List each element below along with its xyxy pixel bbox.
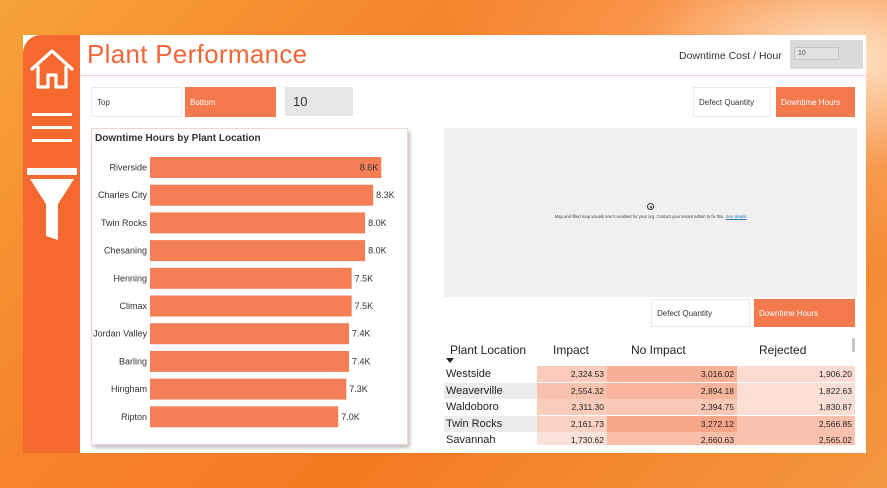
data-label: 7.4K (352, 356, 371, 366)
menu-icon[interactable] (23, 111, 80, 145)
category-label: Henning (113, 273, 147, 283)
cell-loc: Westside (444, 366, 537, 382)
map-placeholder: Map and filled map visuals aren't enable… (444, 128, 857, 297)
data-label: 8.0K (368, 218, 387, 228)
col-header-impact[interactable]: Impact (553, 343, 589, 357)
home-icon[interactable] (23, 47, 80, 91)
bar[interactable] (150, 240, 366, 262)
bar[interactable] (150, 378, 347, 400)
bar[interactable] (150, 267, 352, 289)
table-row[interactable]: Weaverville 2,554.32 2,894.18 1,822.63 (444, 382, 859, 399)
cell-impact: 2,311.30 (537, 399, 607, 415)
col-header-plant-location[interactable]: Plant Location (450, 343, 526, 357)
cell-loc: Twin Rocks (444, 415, 537, 432)
cell-loc: Savannah (444, 432, 537, 445)
bar[interactable] (150, 323, 349, 345)
sidebar (23, 35, 80, 453)
category-label: Hingham (111, 384, 147, 394)
cell-loc: Weaverville (444, 382, 537, 399)
cell-rejected: 2,566.85 (737, 415, 855, 432)
col-header-no-impact[interactable]: No Impact (631, 343, 686, 357)
cell-rejected: 1,830.87 (737, 399, 855, 415)
cell-impact: 2,554.32 (537, 382, 607, 399)
report-canvas: Plant Performance Downtime Cost / Hour 1… (23, 35, 866, 453)
data-label: 7.5K (355, 301, 374, 311)
top-n-input[interactable]: 10 (285, 87, 353, 116)
map-details-link[interactable]: See details (726, 214, 747, 219)
category-label: Chesaning (104, 246, 147, 256)
downtime-cost-label: Downtime Cost / Hour (679, 50, 782, 62)
cell-no-impact: 2,394.75 (607, 399, 737, 415)
title-divider (80, 75, 866, 76)
table-row[interactable]: Savannah 1,730.62 2,660.63 2,565.02 (444, 432, 859, 445)
filter-icon[interactable] (23, 166, 80, 246)
info-icon (647, 203, 654, 210)
cell-rejected: 1,906.20 (737, 366, 855, 382)
cell-rejected: 1,822.63 (737, 382, 855, 399)
bar[interactable] (150, 350, 349, 372)
cell-impact: 1,730.62 (537, 432, 607, 445)
category-label: Barling (119, 356, 147, 366)
bottom-button[interactable]: Bottom (185, 87, 276, 117)
data-label: 8.6K (360, 163, 379, 173)
bar[interactable] (150, 295, 352, 317)
col-header-rejected[interactable]: Rejected (759, 343, 806, 357)
cell-no-impact: 3,016.02 (607, 366, 737, 382)
lower-downtime-hours-button[interactable]: Downtime Hours (754, 299, 855, 327)
downtime-cost-input-box: 10 (790, 40, 863, 69)
map-message: Map and filled map visuals aren't enable… (444, 214, 857, 219)
data-label: 7.5K (355, 273, 374, 283)
data-label: 7.3K (349, 384, 368, 394)
top-button[interactable]: Top (91, 87, 182, 117)
cell-impact: 2,161.73 (537, 415, 607, 432)
bar[interactable] (150, 157, 382, 178)
chart-title: Downtime Hours by Plant Location (95, 133, 261, 144)
table-scrollbar[interactable] (852, 338, 855, 352)
table-row[interactable]: Westside 2,324.53 3,016.02 1,906.20 (444, 366, 859, 382)
defect-quantity-button[interactable]: Defect Quantity (693, 87, 771, 117)
lower-defect-quantity-button[interactable]: Defect Quantity (651, 299, 750, 327)
page-title: Plant Performance (87, 39, 308, 69)
cell-rejected: 2,565.02 (737, 432, 855, 445)
category-label: Riverside (109, 163, 147, 173)
bar[interactable] (150, 212, 366, 234)
category-label: Charles City (98, 190, 148, 200)
cell-no-impact: 2,660.63 (607, 432, 737, 445)
plant-matrix-table: Plant Location Impact No Impact Rejected… (444, 338, 859, 445)
category-label: Climax (119, 301, 147, 311)
sort-desc-icon[interactable] (446, 358, 454, 363)
category-label: Ripton (121, 412, 147, 422)
bar[interactable] (150, 184, 374, 206)
cell-loc: Waldoboro (444, 399, 537, 415)
downtime-chart-card: Downtime Hours by Plant Location Riversi… (91, 128, 408, 445)
bar[interactable] (150, 406, 339, 428)
data-label: 8.3K (376, 190, 395, 200)
data-label: 7.4K (352, 329, 371, 339)
table-row[interactable]: Twin Rocks 2,161.73 3,272.12 2,566.85 (444, 415, 859, 432)
table-row[interactable]: Waldoboro 2,311.30 2,394.75 1,830.87 (444, 399, 859, 415)
category-label: Twin Rocks (101, 218, 148, 228)
downtime-hours-button[interactable]: Downtime Hours (776, 87, 855, 117)
category-label: Jordan Valley (93, 329, 147, 339)
map-message-text: Map and filled map visuals aren't enable… (554, 214, 725, 219)
data-label: 8.0K (368, 246, 387, 256)
cell-impact: 2,324.53 (537, 366, 607, 382)
cell-no-impact: 2,894.18 (607, 382, 737, 399)
downtime-bar-chart: Riverside 8.6K Charles City 8.3K Twin Rocks 8… (93, 157, 395, 428)
cell-no-impact: 3,272.12 (607, 415, 737, 432)
downtime-cost-input[interactable]: 10 (794, 47, 839, 60)
data-label: 7.0K (341, 412, 360, 422)
